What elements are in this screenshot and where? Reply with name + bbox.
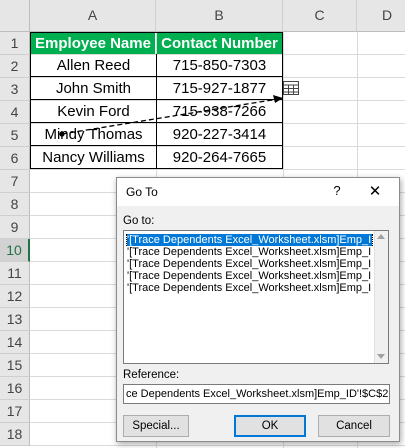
goto-list-item[interactable]: '[Trace Dependents Excel_Worksheet.xlsm]… xyxy=(127,246,372,258)
listbox-items: '[Trace Dependents Excel_Worksheet.xlsm]… xyxy=(127,234,372,294)
goto-listbox[interactable]: '[Trace Dependents Excel_Worksheet.xlsm]… xyxy=(123,230,389,364)
close-icon[interactable]: ✕ xyxy=(363,182,387,202)
reference-input[interactable]: ce Dependents Excel_Worksheet.xlsm]Emp_I… xyxy=(123,384,390,404)
goto-label: Go to: xyxy=(123,215,155,227)
goto-list-item[interactable]: '[Trace Dependents Excel_Worksheet.xlsm]… xyxy=(127,282,372,294)
special-button[interactable]: Special... xyxy=(123,415,189,437)
scroll-up-icon[interactable] xyxy=(377,234,385,239)
reference-value: ce Dependents Excel_Worksheet.xlsm]Emp_I… xyxy=(126,388,389,400)
reference-label: Reference: xyxy=(123,369,180,381)
help-button[interactable]: ? xyxy=(327,183,347,201)
cancel-button[interactable]: Cancel xyxy=(318,415,390,437)
worksheet-grid-icon xyxy=(283,81,299,95)
goto-list-item[interactable]: '[Trace Dependents Excel_Worksheet.xlsm]… xyxy=(127,270,372,282)
dialog-title-bar[interactable] xyxy=(117,178,399,206)
listbox-scrollbar[interactable] xyxy=(374,231,388,363)
goto-list-item[interactable]: '[Trace Dependents Excel_Worksheet.xlsm]… xyxy=(127,234,372,246)
dialog-title: Go To xyxy=(126,185,158,199)
goto-dialog: Go To ? ✕ Go to: '[Trace Dependents Exce… xyxy=(116,177,400,442)
scroll-down-icon[interactable] xyxy=(377,354,385,359)
goto-list-item[interactable]: '[Trace Dependents Excel_Worksheet.xlsm]… xyxy=(127,258,372,270)
ok-button[interactable]: OK xyxy=(234,415,306,437)
